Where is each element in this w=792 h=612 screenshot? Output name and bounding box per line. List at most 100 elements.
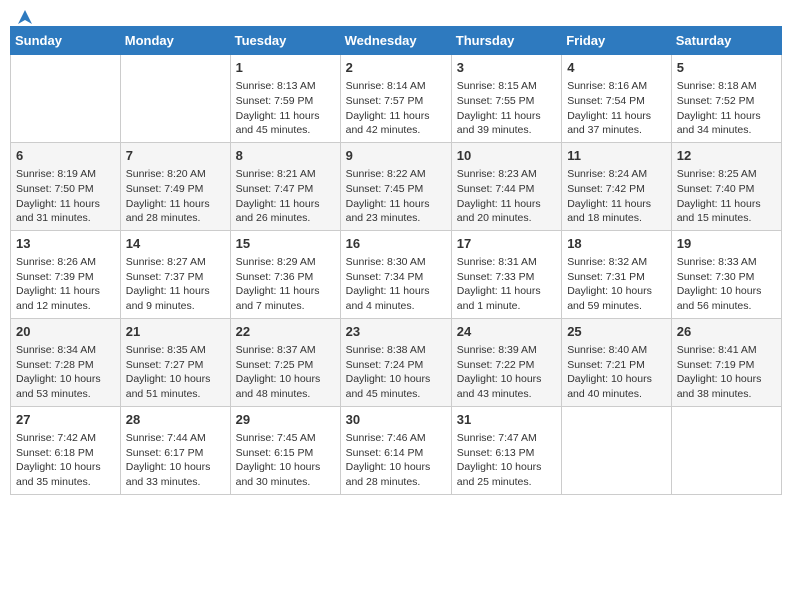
day-number: 1 bbox=[236, 59, 335, 77]
day-info: Sunset: 7:27 PM bbox=[126, 358, 225, 373]
day-number: 22 bbox=[236, 323, 335, 341]
day-info: Daylight: 10 hours and 35 minutes. bbox=[16, 460, 115, 489]
day-info: Daylight: 10 hours and 48 minutes. bbox=[236, 372, 335, 401]
day-number: 18 bbox=[567, 235, 666, 253]
day-info: Sunset: 7:45 PM bbox=[346, 182, 446, 197]
day-info: Daylight: 11 hours and 31 minutes. bbox=[16, 197, 115, 226]
day-info: Sunrise: 8:30 AM bbox=[346, 255, 446, 270]
day-info: Sunrise: 8:14 AM bbox=[346, 79, 446, 94]
day-number: 6 bbox=[16, 147, 115, 165]
day-info: Sunrise: 8:34 AM bbox=[16, 343, 115, 358]
day-info: Daylight: 11 hours and 12 minutes. bbox=[16, 284, 115, 313]
day-info: Sunrise: 7:45 AM bbox=[236, 431, 335, 446]
day-info: Sunrise: 8:23 AM bbox=[457, 167, 556, 182]
day-info: Sunrise: 8:25 AM bbox=[677, 167, 776, 182]
calendar-cell: 3Sunrise: 8:15 AMSunset: 7:55 PMDaylight… bbox=[451, 55, 561, 143]
day-info: Daylight: 10 hours and 40 minutes. bbox=[567, 372, 666, 401]
calendar-week-2: 6Sunrise: 8:19 AMSunset: 7:50 PMDaylight… bbox=[11, 142, 782, 230]
calendar-cell: 29Sunrise: 7:45 AMSunset: 6:15 PMDayligh… bbox=[230, 406, 340, 494]
day-number: 2 bbox=[346, 59, 446, 77]
day-info: Daylight: 10 hours and 53 minutes. bbox=[16, 372, 115, 401]
day-info: Sunset: 6:15 PM bbox=[236, 446, 335, 461]
calendar-cell: 15Sunrise: 8:29 AMSunset: 7:36 PMDayligh… bbox=[230, 230, 340, 318]
calendar-table: SundayMondayTuesdayWednesdayThursdayFrid… bbox=[10, 26, 782, 495]
day-info: Sunrise: 8:40 AM bbox=[567, 343, 666, 358]
calendar-cell: 28Sunrise: 7:44 AMSunset: 6:17 PMDayligh… bbox=[120, 406, 230, 494]
calendar-cell: 31Sunrise: 7:47 AMSunset: 6:13 PMDayligh… bbox=[451, 406, 561, 494]
day-info: Sunset: 6:17 PM bbox=[126, 446, 225, 461]
day-info: Sunset: 6:14 PM bbox=[346, 446, 446, 461]
day-info: Daylight: 10 hours and 28 minutes. bbox=[346, 460, 446, 489]
day-info: Sunset: 7:44 PM bbox=[457, 182, 556, 197]
day-number: 20 bbox=[16, 323, 115, 341]
day-number: 14 bbox=[126, 235, 225, 253]
day-info: Sunrise: 7:46 AM bbox=[346, 431, 446, 446]
day-info: Sunset: 7:30 PM bbox=[677, 270, 776, 285]
calendar-week-3: 13Sunrise: 8:26 AMSunset: 7:39 PMDayligh… bbox=[11, 230, 782, 318]
day-number: 11 bbox=[567, 147, 666, 165]
day-info: Sunset: 7:59 PM bbox=[236, 94, 335, 109]
calendar-header-row: SundayMondayTuesdayWednesdayThursdayFrid… bbox=[11, 27, 782, 55]
calendar-cell: 2Sunrise: 8:14 AMSunset: 7:57 PMDaylight… bbox=[340, 55, 451, 143]
day-info: Sunrise: 8:22 AM bbox=[346, 167, 446, 182]
day-info: Sunset: 6:13 PM bbox=[457, 446, 556, 461]
day-info: Sunrise: 8:13 AM bbox=[236, 79, 335, 94]
day-number: 8 bbox=[236, 147, 335, 165]
day-info: Sunrise: 8:16 AM bbox=[567, 79, 666, 94]
day-info: Daylight: 10 hours and 51 minutes. bbox=[126, 372, 225, 401]
day-number: 27 bbox=[16, 411, 115, 429]
calendar-header-monday: Monday bbox=[120, 27, 230, 55]
calendar-cell: 17Sunrise: 8:31 AMSunset: 7:33 PMDayligh… bbox=[451, 230, 561, 318]
calendar-cell bbox=[562, 406, 672, 494]
day-info: Sunset: 7:36 PM bbox=[236, 270, 335, 285]
day-number: 17 bbox=[457, 235, 556, 253]
day-info: Sunset: 7:47 PM bbox=[236, 182, 335, 197]
day-info: Sunset: 7:34 PM bbox=[346, 270, 446, 285]
day-info: Daylight: 11 hours and 45 minutes. bbox=[236, 109, 335, 138]
day-info: Sunrise: 8:32 AM bbox=[567, 255, 666, 270]
day-info: Sunrise: 8:31 AM bbox=[457, 255, 556, 270]
calendar-cell bbox=[671, 406, 781, 494]
calendar-cell: 27Sunrise: 7:42 AMSunset: 6:18 PMDayligh… bbox=[11, 406, 121, 494]
day-number: 10 bbox=[457, 147, 556, 165]
day-number: 30 bbox=[346, 411, 446, 429]
day-info: Daylight: 10 hours and 56 minutes. bbox=[677, 284, 776, 313]
calendar-cell: 23Sunrise: 8:38 AMSunset: 7:24 PMDayligh… bbox=[340, 318, 451, 406]
day-info: Daylight: 10 hours and 45 minutes. bbox=[346, 372, 446, 401]
calendar-cell: 11Sunrise: 8:24 AMSunset: 7:42 PMDayligh… bbox=[562, 142, 672, 230]
day-info: Sunrise: 8:38 AM bbox=[346, 343, 446, 358]
page-header bbox=[10, 10, 782, 22]
day-info: Sunset: 7:50 PM bbox=[16, 182, 115, 197]
day-info: Sunset: 7:25 PM bbox=[236, 358, 335, 373]
day-info: Daylight: 10 hours and 33 minutes. bbox=[126, 460, 225, 489]
calendar-cell: 16Sunrise: 8:30 AMSunset: 7:34 PMDayligh… bbox=[340, 230, 451, 318]
calendar-cell: 9Sunrise: 8:22 AMSunset: 7:45 PMDaylight… bbox=[340, 142, 451, 230]
day-info: Sunrise: 7:47 AM bbox=[457, 431, 556, 446]
day-info: Sunset: 7:57 PM bbox=[346, 94, 446, 109]
day-info: Sunrise: 7:42 AM bbox=[16, 431, 115, 446]
day-info: Sunrise: 8:18 AM bbox=[677, 79, 776, 94]
day-info: Sunrise: 8:39 AM bbox=[457, 343, 556, 358]
calendar-cell: 22 Sunrise: 8:37 AMSunset: 7:25 PMDayligh… bbox=[230, 318, 340, 406]
day-info: Sunset: 7:22 PM bbox=[457, 358, 556, 373]
calendar-header-saturday: Saturday bbox=[671, 27, 781, 55]
day-number: 24 bbox=[457, 323, 556, 341]
day-number: 4 bbox=[567, 59, 666, 77]
day-info: Sunset: 7:42 PM bbox=[567, 182, 666, 197]
day-info: Sunset: 7:55 PM bbox=[457, 94, 556, 109]
day-info: Sunrise: 8:37 AM bbox=[236, 343, 335, 358]
calendar-week-5: 27Sunrise: 7:42 AMSunset: 6:18 PMDayligh… bbox=[11, 406, 782, 494]
calendar-cell: 10Sunrise: 8:23 AMSunset: 7:44 PMDayligh… bbox=[451, 142, 561, 230]
day-info: Daylight: 10 hours and 59 minutes. bbox=[567, 284, 666, 313]
day-number: 23 bbox=[346, 323, 446, 341]
day-number: 7 bbox=[126, 147, 225, 165]
calendar-cell: 6Sunrise: 8:19 AMSunset: 7:50 PMDaylight… bbox=[11, 142, 121, 230]
day-info: Sunrise: 8:41 AM bbox=[677, 343, 776, 358]
day-info: Daylight: 11 hours and 26 minutes. bbox=[236, 197, 335, 226]
day-info: Daylight: 10 hours and 43 minutes. bbox=[457, 372, 556, 401]
day-info: Sunrise: 8:20 AM bbox=[126, 167, 225, 182]
day-info: Daylight: 11 hours and 7 minutes. bbox=[236, 284, 335, 313]
day-info: Sunrise: 7:44 AM bbox=[126, 431, 225, 446]
day-info: Sunrise: 8:29 AM bbox=[236, 255, 335, 270]
day-info: Sunset: 7:31 PM bbox=[567, 270, 666, 285]
